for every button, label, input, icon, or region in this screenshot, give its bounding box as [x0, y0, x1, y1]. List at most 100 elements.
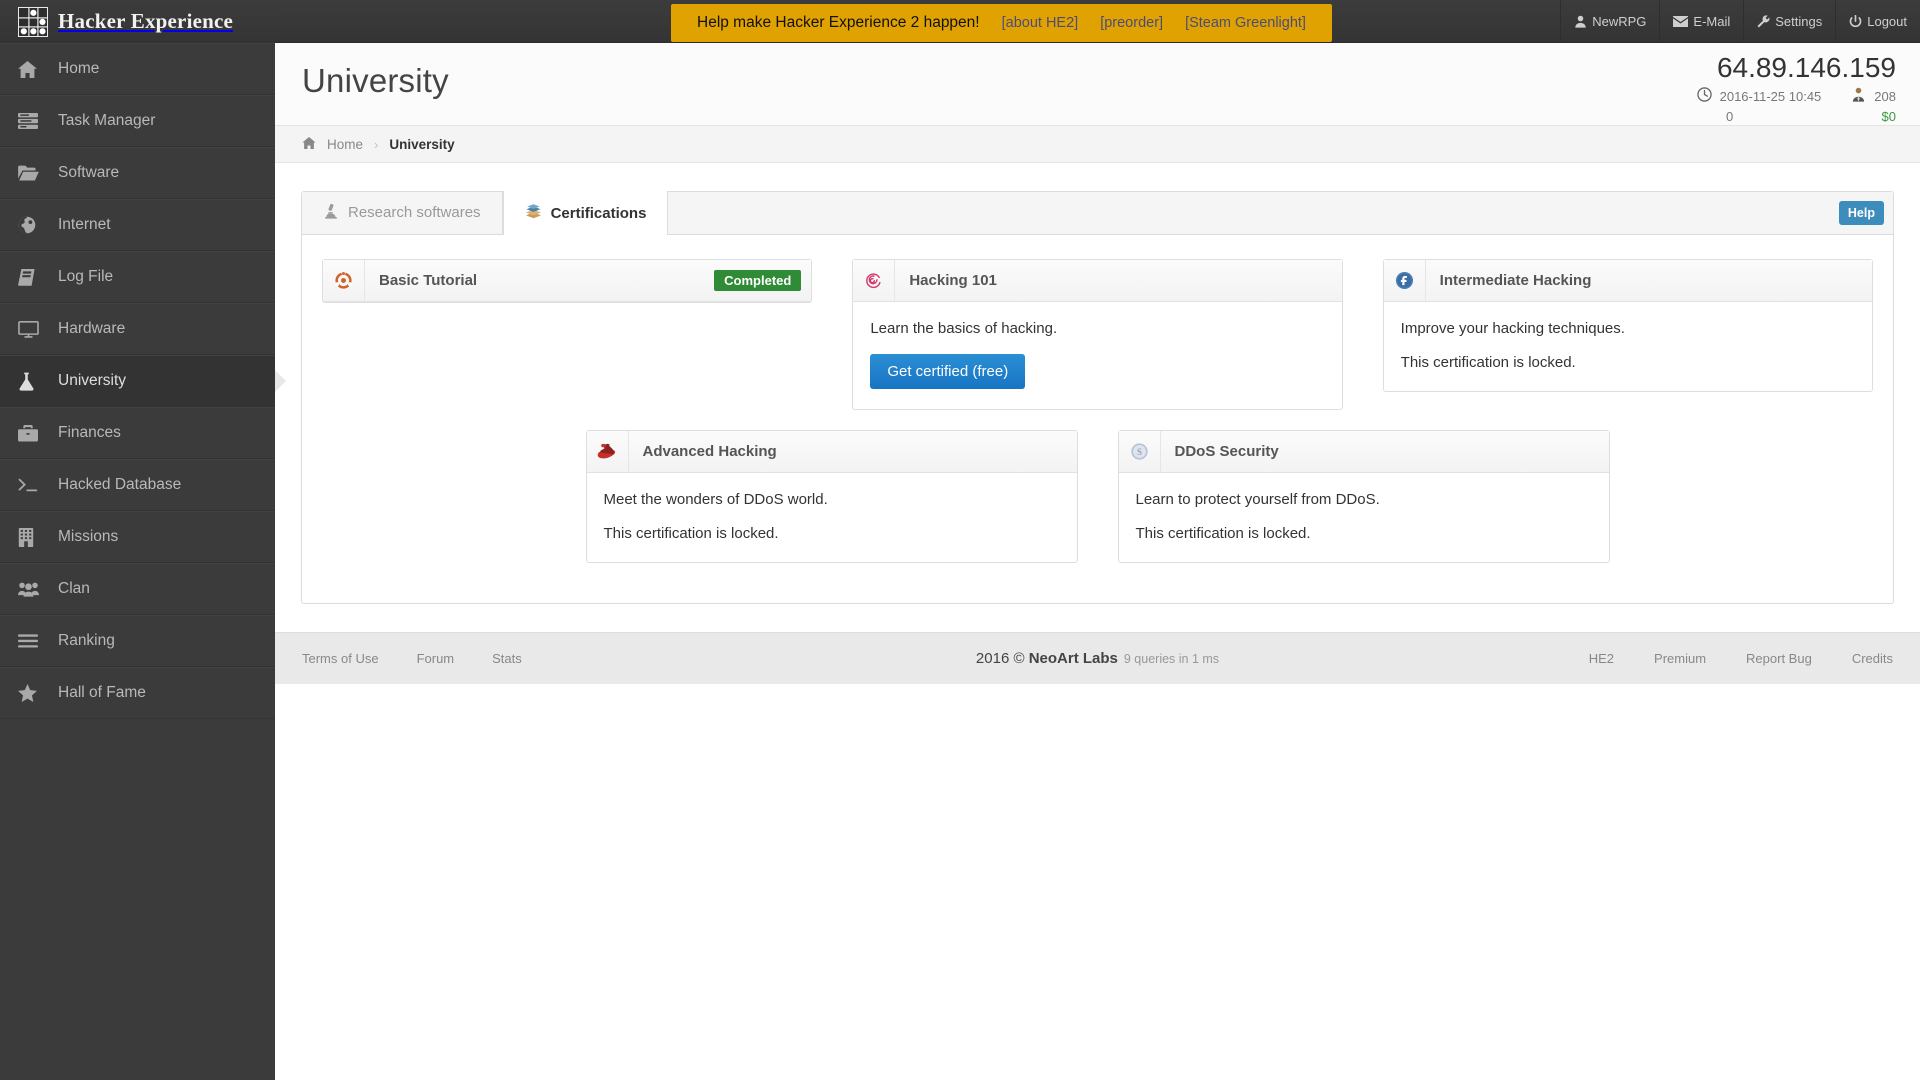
tab-certifications[interactable]: Certifications — [502, 191, 669, 235]
card-body: Learn to protect yourself from DDoS. Thi… — [1119, 473, 1609, 562]
topnav-label: E-Mail — [1693, 14, 1731, 29]
card-text: Learn to protect yourself from DDoS. — [1135, 491, 1380, 508]
tab-bar: Research softwares Certifications Help — [302, 191, 1893, 235]
status-badge: Completed — [714, 270, 802, 291]
sidebar-item-university[interactable]: University — [0, 355, 286, 407]
brand-name: Hacker Experience — [58, 9, 234, 33]
card-title: Basic Tutorial — [379, 272, 478, 289]
footer-copyright-year: 2016 © — [975, 650, 1029, 667]
footer-query-stats: 9 queries in 1 ms — [1123, 652, 1220, 666]
sidebar-item-missions[interactable]: Missions — [0, 511, 275, 563]
promo-link-about-he2[interactable]: [about HE2] — [1002, 15, 1079, 31]
card-body: Learn the basics of hacking. Get certifi… — [853, 302, 1341, 409]
sidebar-item-finances[interactable]: Finances — [0, 407, 275, 459]
topnav-item-newrpg[interactable]: NewRPG — [1560, 0, 1659, 43]
player-stats: 64.89.146.159 2016-11-25 10:45 208 0 $0 — [1476, 53, 1896, 124]
certification-row-2: Advanced Hacking Meet the wonders of DDo… — [322, 430, 1873, 563]
sidebar-item-label: Ranking — [58, 632, 115, 649]
flask-icon — [18, 372, 58, 391]
svg-text:S: S — [1136, 447, 1141, 457]
card-text: Learn the basics of hacking. — [870, 320, 1058, 337]
sidebar-item-label: Missions — [58, 528, 119, 545]
sidebar-item-label: Hardware — [58, 320, 126, 337]
promo-link-preorder[interactable]: [preorder] — [1100, 15, 1163, 31]
clock-icon — [1696, 87, 1712, 105]
sidebar-item-hall-of-fame[interactable]: Hall of Fame — [0, 667, 275, 719]
suse-circle-icon: S — [1119, 431, 1161, 472]
promo-banner: Help make Hacker Experience 2 happen! [a… — [671, 4, 1332, 42]
card-locked-text: This certification is locked. — [1135, 525, 1311, 542]
breadcrumb-current: University — [389, 136, 455, 152]
card-header: Intermediate Hacking — [1383, 260, 1872, 302]
university-panel: Research softwares Certifications Help B… — [301, 191, 1894, 604]
card-title: Advanced Hacking — [642, 443, 777, 460]
page-title: University — [302, 62, 449, 99]
breadcrumb-separator: › — [374, 136, 379, 152]
card-header: Hacking 101 — [853, 260, 1342, 302]
card-header: Basic Tutorial Completed — [323, 260, 812, 302]
certifications-body: Basic Tutorial Completed Hacking 101 Lea… — [302, 235, 1893, 603]
envelope-icon — [1673, 15, 1689, 28]
footer-link-report-bug[interactable]: Report Bug — [1746, 651, 1812, 666]
footer-link-he2[interactable]: HE2 — [1589, 651, 1614, 666]
certification-card-hacking-101[interactable]: Hacking 101 Learn the basics of hacking.… — [852, 259, 1343, 410]
sidebar-item-label: Task Manager — [58, 112, 156, 129]
footer-right-links: HE2 Premium Report Bug Credits — [1589, 651, 1893, 666]
card-body: Improve your hacking techniques. This ce… — [1384, 302, 1872, 391]
debian-spiral-icon — [853, 260, 896, 301]
topnav-item-logout[interactable]: Logout — [1835, 0, 1920, 43]
card-body: Meet the wonders of DDoS world. This cer… — [587, 473, 1077, 562]
books-icon — [525, 203, 542, 223]
top-bar: Hacker Experience Help make Hacker Exper… — [0, 0, 1920, 43]
card-header: Advanced Hacking — [586, 431, 1077, 473]
star-icon — [18, 684, 58, 702]
topnav-item-email[interactable]: E-Mail — [1659, 0, 1743, 43]
card-locked-text: This certification is locked. — [603, 525, 779, 542]
folder-open-icon — [18, 165, 58, 181]
sidebar-item-ranking[interactable]: Ranking — [0, 615, 275, 667]
promo-text: Help make Hacker Experience 2 happen! — [697, 14, 980, 31]
sidebar-item-label: Log File — [58, 268, 114, 285]
tab-research-softwares[interactable]: Research softwares — [302, 191, 503, 234]
book-icon — [18, 268, 58, 286]
briefcase-icon — [18, 424, 58, 442]
brand-logo-link[interactable]: Hacker Experience — [0, 0, 275, 43]
breadcrumb-home[interactable]: Home — [327, 137, 363, 152]
card-text: Improve your hacking techniques. — [1400, 320, 1625, 337]
certification-card-basic-tutorial[interactable]: Basic Tutorial Completed — [322, 259, 813, 303]
sidebar-item-label: Internet — [58, 216, 111, 233]
sidebar-item-hacked-database[interactable]: Hacked Database — [0, 459, 275, 511]
sidebar-item-log-file[interactable]: Log File — [0, 251, 275, 303]
sidebar-item-internet[interactable]: Internet — [0, 199, 275, 251]
card-title: Hacking 101 — [909, 272, 997, 289]
footer-link-premium[interactable]: Premium — [1654, 651, 1706, 666]
home-icon — [302, 136, 316, 152]
desktop-icon — [18, 320, 58, 338]
sidebar-item-clan[interactable]: Clan — [0, 563, 275, 615]
microscope-icon — [323, 203, 339, 223]
player-stats-row2: 0 $0 — [1476, 109, 1896, 124]
wrench-icon — [1757, 15, 1770, 28]
certification-card-ddos-security[interactable]: S DDoS Security Learn to protect yoursel… — [1117, 430, 1610, 563]
sidebar-item-software[interactable]: Software — [0, 147, 275, 199]
footer-link-credits[interactable]: Credits — [1852, 651, 1893, 666]
sidebar-item-hardware[interactable]: Hardware — [0, 303, 275, 355]
tab-label: Research softwares — [348, 204, 481, 221]
topnav-label: Settings — [1775, 14, 1823, 29]
certification-card-intermediate-hacking[interactable]: Intermediate Hacking Improve your hackin… — [1382, 259, 1873, 392]
help-button[interactable]: Help — [1838, 201, 1884, 226]
player-left-value: 0 — [1726, 109, 1734, 125]
breadcrumb: Home › University — [275, 126, 1920, 163]
player-ip: 64.89.146.159 — [1716, 52, 1896, 83]
topnav-item-settings[interactable]: Settings — [1743, 0, 1835, 43]
sidebar-item-task-manager[interactable]: Task Manager — [0, 95, 275, 147]
main-content: University 64.89.146.159 2016-11-25 10:4… — [275, 43, 1920, 1080]
card-locked-text: This certification is locked. — [1400, 354, 1576, 371]
get-certified-button[interactable]: Get certified (free) — [870, 354, 1026, 389]
promo-link-steam-greenlight[interactable]: [Steam Greenlight] — [1185, 15, 1306, 31]
sidebar-item-home[interactable]: Home — [0, 43, 275, 95]
sidebar-item-label: Finances — [58, 424, 121, 441]
home-icon — [18, 60, 58, 78]
certification-card-advanced-hacking[interactable]: Advanced Hacking Meet the wonders of DDo… — [585, 430, 1078, 563]
card-text: Meet the wonders of DDoS world. — [603, 491, 828, 508]
